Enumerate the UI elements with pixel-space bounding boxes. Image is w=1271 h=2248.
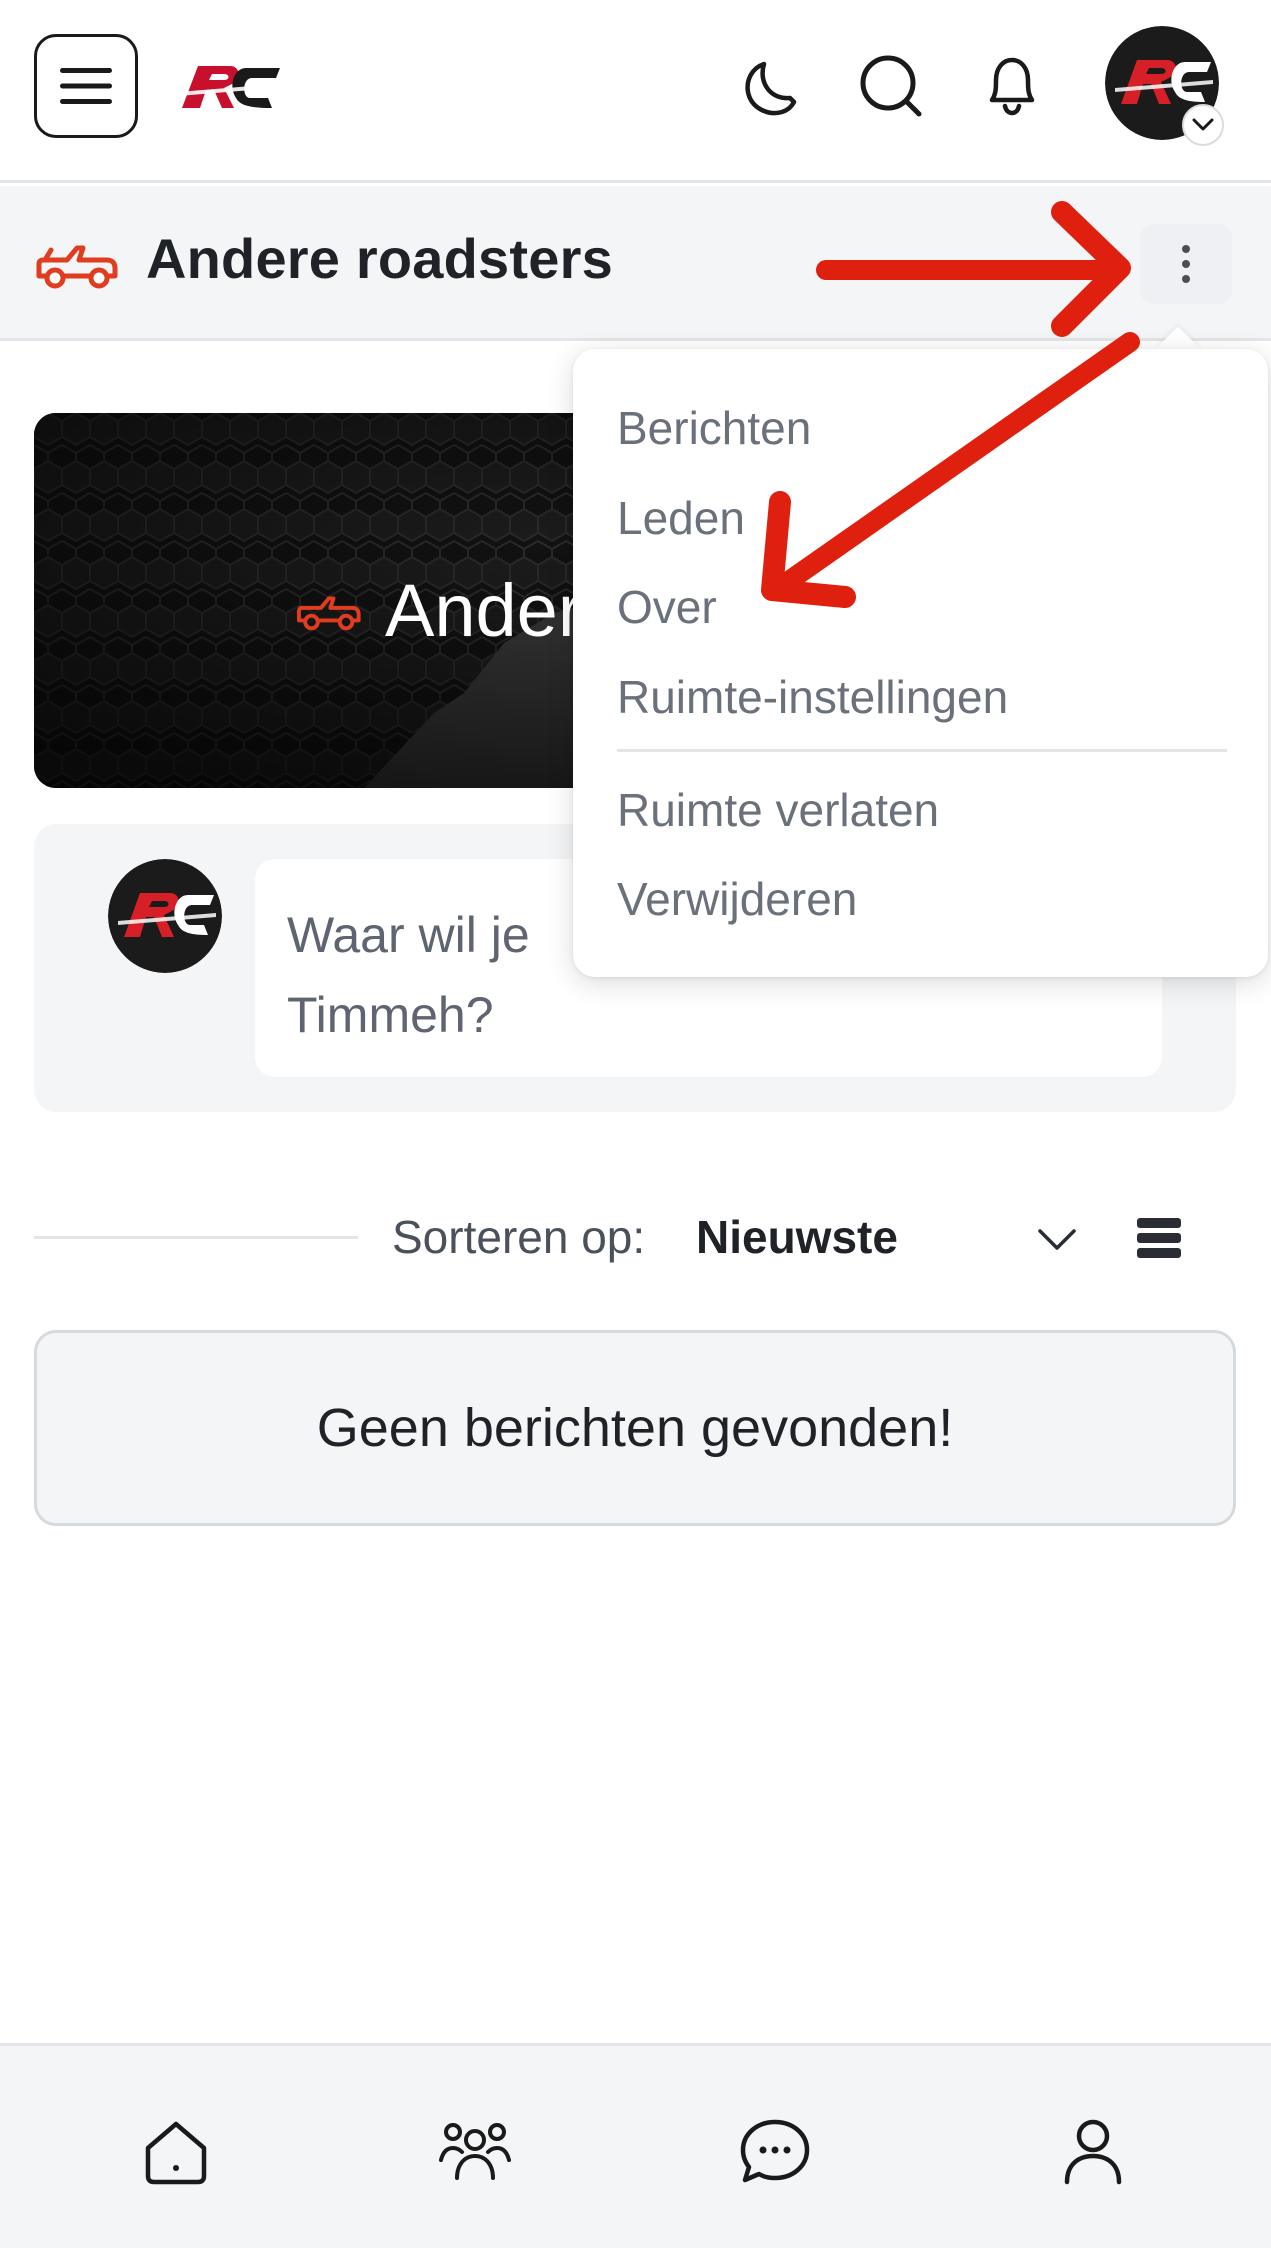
sort-select[interactable]: Nieuwste	[696, 1210, 898, 1264]
menu-item-ruimte-verlaten[interactable]: Ruimte verlaten	[617, 783, 939, 837]
menu-item-ruimte-instellingen[interactable]: Ruimte-instellingen	[617, 670, 1008, 724]
account-menu-chevron[interactable]	[1182, 104, 1224, 146]
empty-feed-message: Geen berichten gevonden!	[34, 1330, 1236, 1526]
menu-item-verwijderen[interactable]: Verwijderen	[617, 872, 857, 926]
banner-heading: Ander	[289, 568, 582, 653]
menu-divider	[617, 749, 1227, 752]
composer-avatar	[108, 859, 222, 973]
space-options-menu: Berichten Leden Over Ruimte-instellingen…	[573, 349, 1268, 977]
home-icon[interactable]	[138, 2114, 214, 2190]
empty-feed-text: Geen berichten gevonden!	[316, 1398, 954, 1458]
convertible-car-icon	[296, 595, 361, 630]
menu-item-over[interactable]: Over	[617, 580, 717, 634]
hamburger-menu-button[interactable]	[34, 34, 138, 138]
sort-label: Sorteren op:	[392, 1211, 646, 1263]
members-icon[interactable]	[437, 2114, 513, 2190]
kebab-menu-icon	[1182, 245, 1190, 253]
chevron-down-icon[interactable]	[1036, 1219, 1078, 1261]
top-app-bar	[0, 0, 1271, 183]
list-view-icon[interactable]	[1135, 1214, 1183, 1262]
chevron-down-icon	[1192, 118, 1214, 131]
search-icon[interactable]	[855, 50, 927, 122]
rc-logo[interactable]	[176, 58, 280, 114]
profile-icon[interactable]	[1055, 2114, 1131, 2190]
moon-icon[interactable]	[738, 50, 810, 122]
banner-title: Ander	[385, 569, 583, 652]
bottom-navigation	[0, 2043, 1271, 2248]
menu-item-leden[interactable]: Leden	[617, 491, 745, 545]
composer-placeholder-line2: Timmeh?	[287, 987, 494, 1043]
space-title: Andere roadsters	[146, 227, 613, 290]
menu-item-berichten[interactable]: Berichten	[617, 401, 811, 455]
hamburger-menu-icon	[60, 68, 112, 104]
bell-icon[interactable]	[976, 50, 1048, 122]
chat-icon[interactable]	[737, 2114, 813, 2190]
rc-avatar-logo	[108, 859, 222, 973]
space-header: Andere roadsters	[0, 186, 1271, 341]
sort-divider	[34, 1236, 358, 1239]
convertible-car-icon	[36, 245, 118, 289]
space-more-button[interactable]	[1140, 224, 1232, 304]
